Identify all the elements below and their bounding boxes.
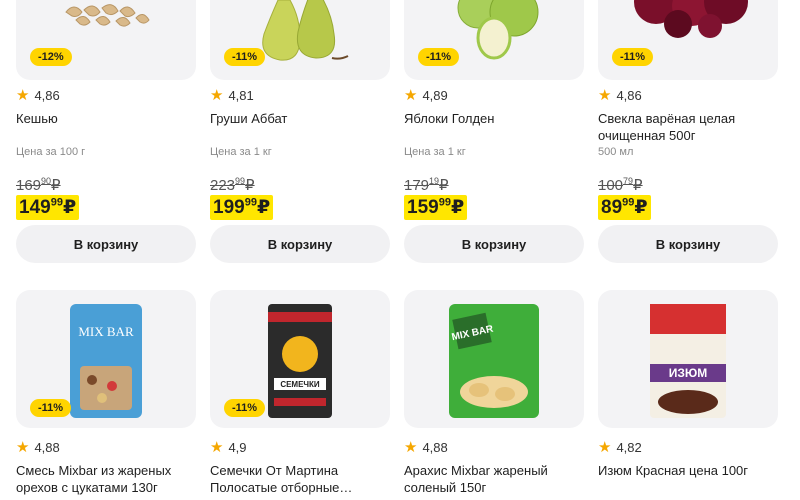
- old-price: 16990₽: [16, 176, 61, 194]
- product-title[interactable]: Яблоки Голден: [404, 110, 584, 127]
- peanut-bag-image: MIX BAR: [449, 304, 539, 418]
- new-price: 14999₽: [16, 195, 80, 220]
- rating-value: 4,88: [422, 440, 448, 455]
- product-image[interactable]: ИЗЮМ: [598, 290, 778, 428]
- unit-label: Цена за 1 кг: [404, 146, 466, 158]
- star-icon: ★: [598, 87, 612, 104]
- add-to-cart-button[interactable]: В корзину: [16, 225, 196, 263]
- add-to-cart-button[interactable]: В корзину: [598, 225, 778, 263]
- discount-badge: -11%: [224, 399, 266, 417]
- rating-value: 4,86: [616, 88, 642, 103]
- mixbar-bag-image: MIX BAR: [70, 304, 142, 418]
- star-icon: ★: [404, 87, 418, 104]
- discount-badge: -11%: [612, 48, 654, 66]
- pear-image: [262, 0, 349, 61]
- product-title[interactable]: Семечки От Мартина Полосатые отборные…: [210, 462, 390, 496]
- product-title[interactable]: Свекла варёная целая очищенная 500г: [598, 110, 778, 144]
- discount-badge: -12%: [30, 48, 72, 66]
- star-icon: ★: [404, 439, 418, 456]
- raisin-bag-image: ИЗЮМ: [650, 304, 726, 418]
- new-price: 8999₽: [598, 195, 651, 220]
- pack-label: MIX BAR: [78, 324, 134, 339]
- new-price: 15999₽: [404, 195, 468, 220]
- product-image[interactable]: MIX BAR: [404, 290, 584, 428]
- star-icon: ★: [598, 439, 612, 456]
- apple-image: [457, 0, 539, 60]
- seeds-bag-image: СЕМЕЧКИ: [268, 304, 332, 418]
- cashew-image: [65, 4, 150, 27]
- rating-value: 4,9: [228, 440, 247, 455]
- product-title[interactable]: Изюм Красная цена 100г: [598, 462, 778, 479]
- rating: ★ 4,89: [404, 88, 448, 103]
- product-image[interactable]: [404, 0, 584, 80]
- product-image[interactable]: [210, 0, 390, 80]
- rating-value: 4,86: [34, 88, 60, 103]
- product-title[interactable]: Смесь Mixbar из жареных орехов с цукатам…: [16, 462, 196, 496]
- old-price: 17919₽: [404, 176, 449, 194]
- pack-label: СЕМЕЧКИ: [280, 380, 320, 389]
- product-title[interactable]: Кешью: [16, 110, 196, 127]
- rating: ★ 4,86: [16, 88, 60, 103]
- rating: ★ 4,9: [210, 440, 247, 455]
- rating-value: 4,89: [422, 88, 448, 103]
- unit-label: Цена за 100 г: [16, 146, 86, 158]
- unit-label: 500 мл: [598, 146, 634, 158]
- star-icon: ★: [210, 87, 224, 104]
- old-price: 10079₽: [598, 176, 643, 194]
- rating: ★ 4,86: [598, 88, 642, 103]
- discount-badge: -11%: [418, 48, 460, 66]
- product-image[interactable]: [16, 0, 196, 80]
- discount-badge: -11%: [30, 399, 72, 417]
- new-price: 19999₽: [210, 195, 274, 220]
- rating: ★ 4,88: [16, 440, 60, 455]
- pack-label: ИЗЮМ: [669, 366, 708, 380]
- star-icon: ★: [16, 87, 30, 104]
- rating: ★ 4,82: [598, 440, 642, 455]
- product-title[interactable]: Груши Аббат: [210, 110, 390, 127]
- add-to-cart-button[interactable]: В корзину: [210, 225, 390, 263]
- rating: ★ 4,88: [404, 440, 448, 455]
- unit-label: Цена за 1 кг: [210, 146, 272, 158]
- beet-image: [634, 0, 748, 38]
- old-price: 22399₽: [210, 176, 255, 194]
- product-title[interactable]: Арахис Mixbar жареный соленый 150г: [404, 462, 584, 496]
- rating-value: 4,81: [228, 88, 254, 103]
- product-image[interactable]: [598, 0, 778, 80]
- star-icon: ★: [16, 439, 30, 456]
- rating: ★ 4,81: [210, 88, 254, 103]
- discount-badge: -11%: [224, 48, 266, 66]
- rating-value: 4,88: [34, 440, 60, 455]
- add-to-cart-button[interactable]: В корзину: [404, 225, 584, 263]
- star-icon: ★: [210, 439, 224, 456]
- rating-value: 4,82: [616, 440, 642, 455]
